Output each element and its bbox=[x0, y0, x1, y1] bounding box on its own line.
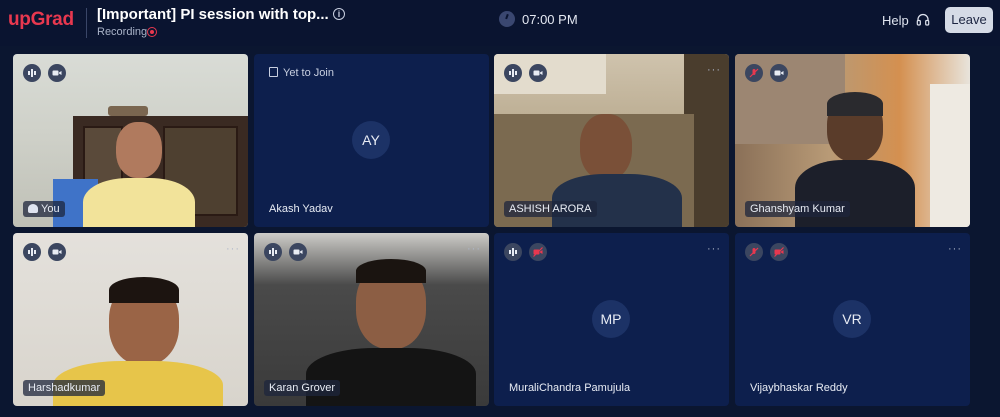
session-title: [Important] PI session with top... bbox=[97, 6, 329, 23]
participant-name: ASHISH ARORA bbox=[504, 201, 597, 217]
participant-tile-akash-yadav[interactable]: Yet to Join AY Akash Yadav bbox=[254, 54, 489, 227]
avatar: AY bbox=[352, 121, 390, 159]
headset-icon[interactable] bbox=[916, 13, 930, 27]
avatar: MP bbox=[592, 300, 630, 338]
info-icon[interactable]: i bbox=[333, 8, 345, 20]
upgrad-logo: upGrad bbox=[8, 9, 74, 30]
participant-tile-harshadkumar[interactable]: ··· Harshadkumar bbox=[13, 233, 248, 406]
camera-button[interactable] bbox=[529, 64, 547, 82]
more-options-icon[interactable]: ··· bbox=[948, 243, 962, 255]
camera-button[interactable] bbox=[289, 243, 307, 261]
mic-muted-button[interactable] bbox=[745, 243, 763, 261]
top-bar: upGrad [Important] PI session with top..… bbox=[0, 0, 1000, 46]
participant-tile-muralichandra-pamujula[interactable]: ··· MP MuraliChandra Pamujula bbox=[494, 233, 729, 406]
participant-tile-ghanshyam-kumar[interactable]: Ghanshyam Kumar bbox=[735, 54, 970, 227]
participant-tile-karan-grover[interactable]: ··· Karan Grover bbox=[254, 233, 489, 406]
participant-name: Harshadkumar bbox=[23, 380, 106, 396]
recording-label: Recording bbox=[97, 26, 148, 38]
more-options-icon[interactable]: ··· bbox=[226, 243, 240, 255]
participant-tile-vijaybhaskar-reddy[interactable]: ··· VR Vijaybhaskar Reddy bbox=[735, 233, 970, 406]
participant-name: You bbox=[23, 201, 65, 217]
more-options-icon[interactable]: ··· bbox=[707, 243, 721, 255]
avatar: VR bbox=[833, 300, 871, 338]
camera-button[interactable] bbox=[770, 64, 788, 82]
exit-icon bbox=[269, 67, 278, 77]
participant-tile-ashish-arora[interactable]: ··· ASHISH ARORA bbox=[494, 54, 729, 227]
mic-button[interactable] bbox=[504, 243, 522, 261]
participant-name: Ghanshyam Kumar bbox=[745, 201, 850, 217]
clock-icon bbox=[499, 11, 515, 27]
mic-button[interactable] bbox=[264, 243, 282, 261]
join-status: Yet to Join bbox=[269, 67, 334, 79]
camera-off-button[interactable] bbox=[770, 243, 788, 261]
divider bbox=[86, 8, 87, 38]
participant-name: Vijaybhaskar Reddy bbox=[750, 382, 848, 394]
mic-button[interactable] bbox=[504, 64, 522, 82]
participant-tile-you[interactable]: You bbox=[13, 54, 248, 227]
more-options-icon[interactable]: ··· bbox=[467, 243, 481, 255]
camera-button[interactable] bbox=[48, 243, 66, 261]
session-time: 07:00 PM bbox=[522, 12, 578, 27]
mic-button[interactable] bbox=[23, 243, 41, 261]
participant-name: Karan Grover bbox=[264, 380, 341, 396]
recording-icon bbox=[147, 27, 157, 37]
help-link[interactable]: Help bbox=[882, 13, 909, 28]
leave-button[interactable]: Leave bbox=[945, 7, 993, 33]
host-icon bbox=[28, 204, 38, 213]
participant-name: MuraliChandra Pamujula bbox=[509, 382, 631, 394]
participant-name: Akash Yadav bbox=[269, 203, 333, 215]
camera-off-button[interactable] bbox=[529, 243, 547, 261]
more-options-icon[interactable]: ··· bbox=[707, 64, 721, 76]
camera-button[interactable] bbox=[48, 64, 66, 82]
mic-muted-button[interactable] bbox=[745, 64, 763, 82]
mic-button[interactable] bbox=[23, 64, 41, 82]
